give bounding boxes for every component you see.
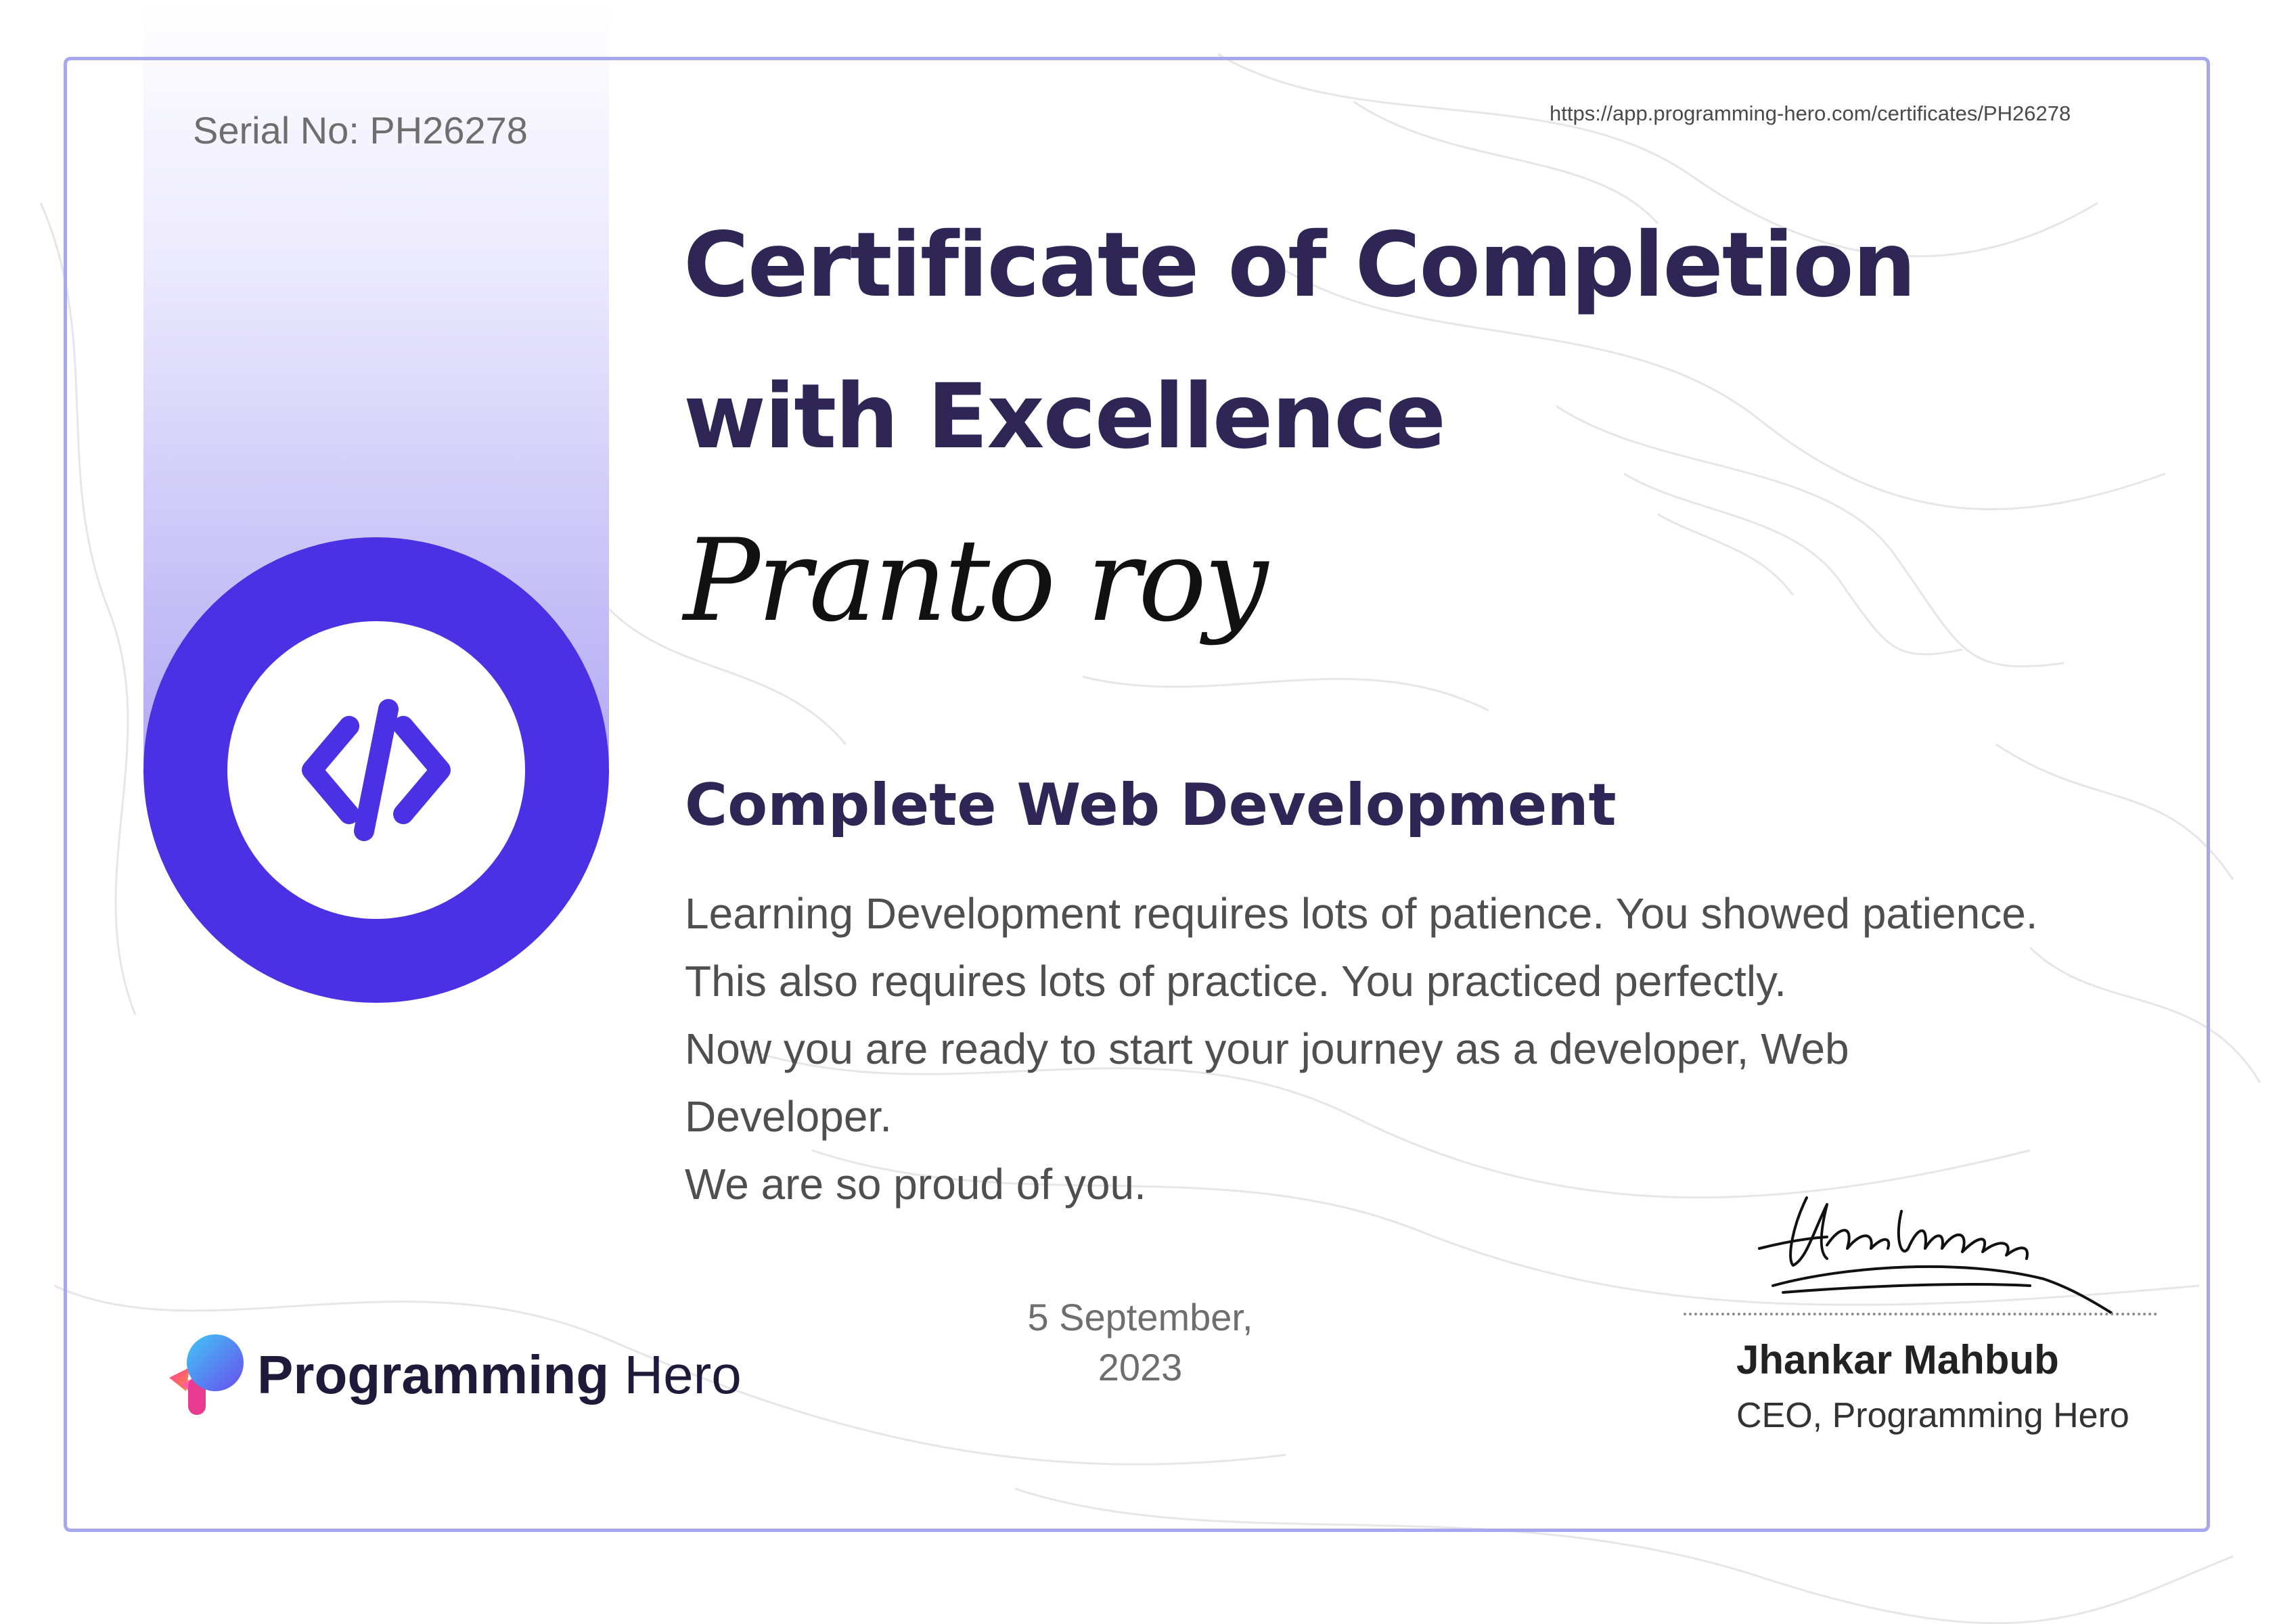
- message-line: This also requires lots of practice. You…: [685, 957, 1787, 1006]
- brand-name-part1: Programming: [257, 1345, 610, 1405]
- signer-role: CEO, Programming Hero: [1736, 1396, 2129, 1435]
- handwritten-signature-icon: [1758, 1196, 2113, 1314]
- programming-hero-logo-icon: [169, 1334, 244, 1415]
- certificate-title: Certificate of Completion with Excellenc…: [683, 189, 2172, 493]
- date-line-1: 5 September,: [1027, 1296, 1253, 1338]
- date-line-2: 2023: [1098, 1346, 1183, 1389]
- signer-name: Jhankar Mahbub: [1736, 1337, 2059, 1382]
- brand-name: Programming Hero: [257, 1344, 742, 1406]
- certificate-url[interactable]: https://app.programming-hero.com/certifi…: [1550, 102, 2159, 126]
- message-line: Developer.: [685, 1092, 892, 1141]
- message-line: Now you are ready to start your journey …: [685, 1024, 1849, 1073]
- title-line-2: with Excellence: [683, 365, 1446, 469]
- completion-date: 5 September, 2023: [968, 1292, 1313, 1393]
- course-name: Complete Web Development: [685, 771, 1617, 839]
- signature-line: [1684, 1313, 2157, 1315]
- badge-medal: [143, 537, 609, 1003]
- code-brackets-icon: [302, 699, 451, 841]
- serial-number: Serial No: PH26278: [193, 109, 528, 152]
- recipient-name: Pranto roy: [683, 514, 1268, 647]
- title-line-1: Certificate of Completion: [683, 213, 1916, 317]
- programming-hero-logo: Programming Hero: [162, 1330, 839, 1425]
- badge-medal-inner: [227, 621, 525, 919]
- brand-name-part2: Hero: [624, 1345, 742, 1405]
- message-line: Learning Development requires lots of pa…: [685, 889, 2038, 938]
- certificate-message: Learning Development requires lots of pa…: [685, 880, 2214, 1218]
